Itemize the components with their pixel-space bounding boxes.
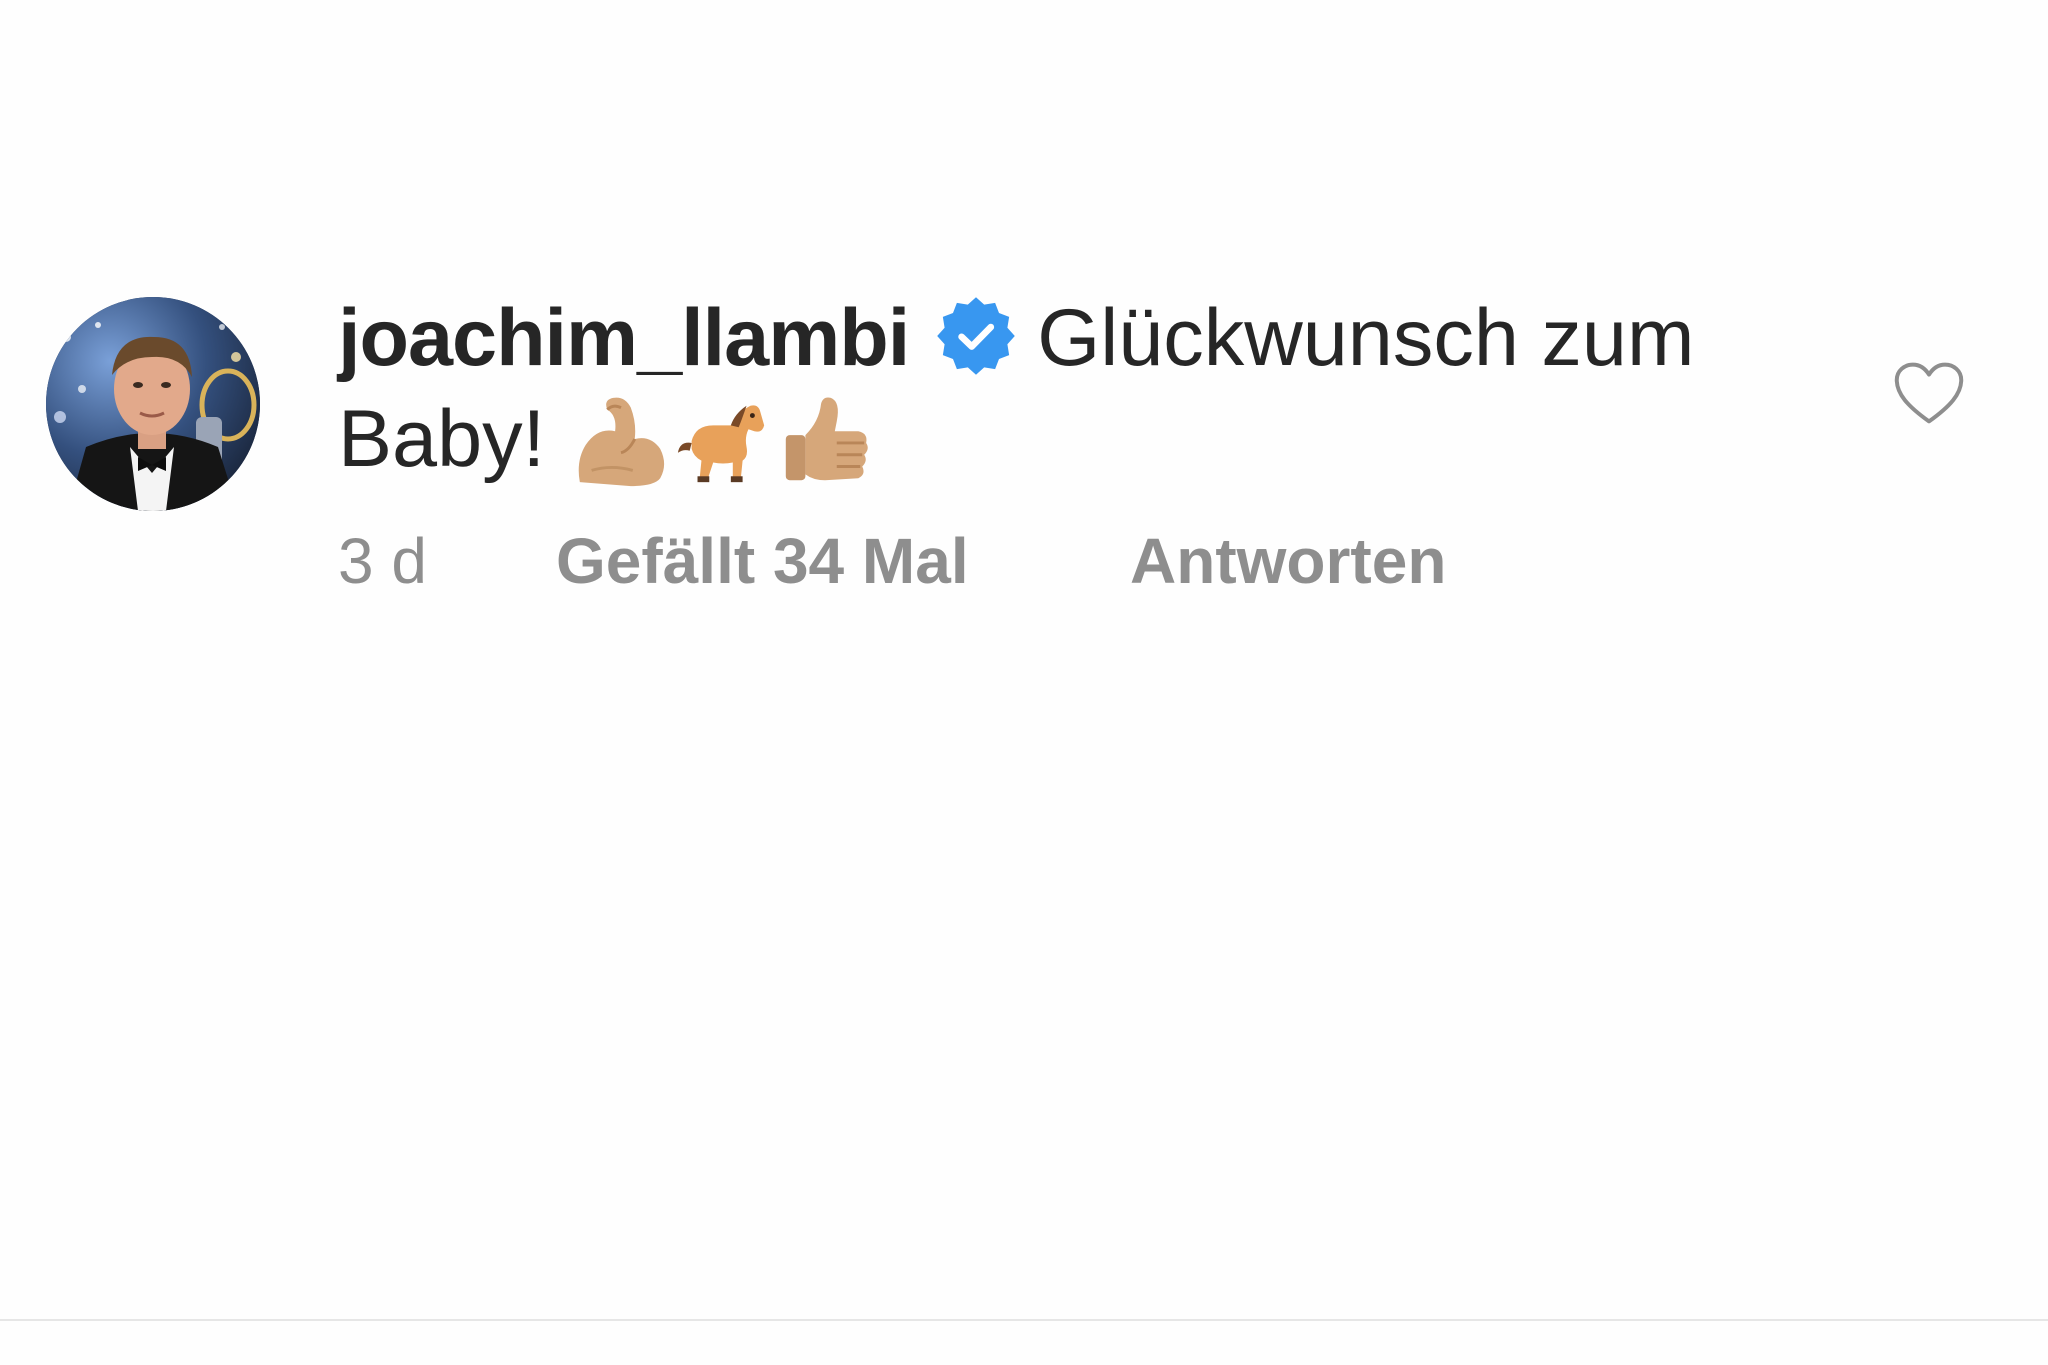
divider	[0, 1319, 2048, 1321]
likes-count-link[interactable]: Gefällt 34 Mal	[556, 524, 969, 598]
thumbs-up-icon	[776, 392, 874, 490]
comment: joachim_llambi Glückwunsch zum Baby! 3 d…	[0, 0, 2048, 620]
heart-outline-icon[interactable]	[1892, 360, 1966, 426]
username-link[interactable]: joachim_llambi	[338, 293, 910, 383]
avatar[interactable]	[46, 297, 260, 511]
avatar-image	[46, 297, 260, 511]
reply-button[interactable]: Antworten	[1130, 524, 1446, 598]
comment-screen: joachim_llambi Glückwunsch zum Baby! 3 d…	[0, 0, 2048, 1365]
comment-body: joachim_llambi Glückwunsch zum Baby!	[338, 288, 1778, 490]
horse-icon	[674, 392, 772, 490]
timestamp: 3 d	[338, 525, 427, 597]
flexed-biceps-icon	[572, 392, 670, 490]
verified-badge-icon	[937, 297, 1016, 375]
